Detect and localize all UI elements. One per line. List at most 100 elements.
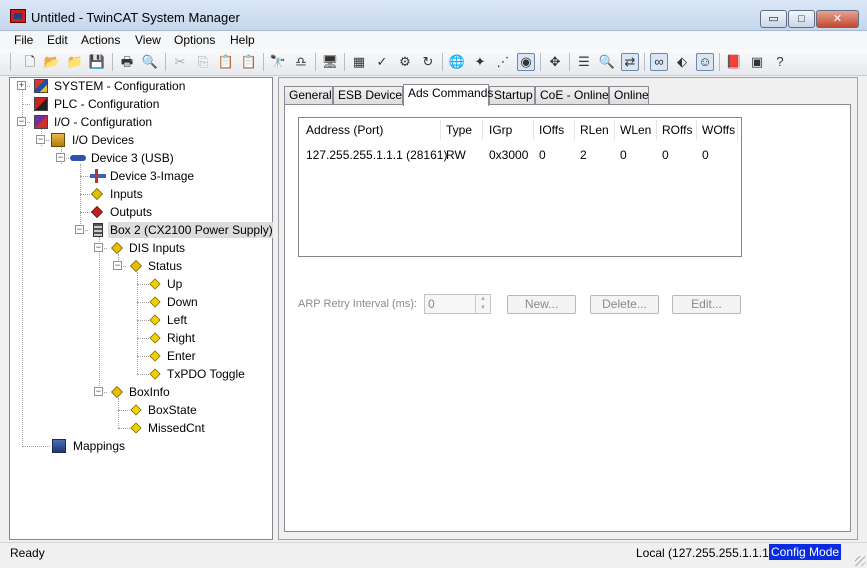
column-igrp[interactable]: IGrp xyxy=(489,123,512,137)
column-divider[interactable] xyxy=(737,120,738,140)
activate-configuration-icon[interactable]: ⚙ xyxy=(396,53,414,71)
new-icon[interactable]: 🗋 xyxy=(21,53,39,71)
arp-retry-input[interactable]: 0 ▲ ▼ xyxy=(424,294,491,314)
tab-esb-device[interactable]: ESB Device xyxy=(333,86,403,105)
column-divider[interactable] xyxy=(440,120,441,140)
box-icon xyxy=(93,223,103,237)
inputs-icon xyxy=(111,386,123,398)
toggle-online-icon[interactable]: ◉ xyxy=(517,53,535,71)
tree-node-label: Status xyxy=(148,259,183,273)
tab-coe-online[interactable]: CoE - Online xyxy=(535,86,609,105)
check-configuration-icon[interactable]: ✓ xyxy=(373,53,391,71)
tree-node-label: Mappings xyxy=(73,439,126,453)
resize-grip-icon[interactable] xyxy=(855,556,865,566)
menu-view[interactable]: View xyxy=(135,33,161,47)
tab-online[interactable]: Online xyxy=(609,86,649,105)
twincat-app-icon[interactable] xyxy=(10,9,26,23)
target-system-icon[interactable]: 🖥 xyxy=(321,53,339,71)
print-preview-icon[interactable]: 🔍 xyxy=(141,53,159,71)
show-variables-icon[interactable]: ☰ xyxy=(575,53,593,71)
help-icon[interactable]: ? xyxy=(771,53,789,71)
menu-actions[interactable]: Actions xyxy=(81,33,120,47)
menu-options[interactable]: Options xyxy=(174,33,215,47)
tab-content-ads-commands: Address (Port) Type IGrp IOffs RLen WLen… xyxy=(284,104,851,532)
menu-help[interactable]: Help xyxy=(230,33,255,47)
restart-icon[interactable]: ↻ xyxy=(419,53,437,71)
close-button[interactable]: ✕ xyxy=(816,10,859,28)
spin-arrows-icon[interactable]: ▲ ▼ xyxy=(475,295,490,313)
column-rlen[interactable]: RLen xyxy=(580,123,609,137)
collapse-icon[interactable]: − xyxy=(56,153,65,162)
edit-button[interactable]: Edit... xyxy=(672,295,741,314)
status-text: Ready xyxy=(10,546,45,560)
edit-mode-icon[interactable]: ⇄ xyxy=(621,53,639,71)
find-icon[interactable]: 🔭 xyxy=(269,53,287,71)
column-ioffs[interactable]: IOffs xyxy=(539,123,564,137)
paste-with-links-icon[interactable]: 📋 xyxy=(240,53,258,71)
tree-node-label: I/O Devices xyxy=(72,133,135,147)
print-icon[interactable]: 🖶 xyxy=(118,53,136,71)
arp-retry-value: 0 xyxy=(428,297,435,311)
copy-icon[interactable]: ⎘ xyxy=(194,53,212,71)
ads-commands-list[interactable]: Address (Port) Type IGrp IOffs RLen WLen… xyxy=(298,117,742,257)
collapse-icon[interactable]: − xyxy=(75,225,84,234)
menu-file[interactable]: File xyxy=(14,33,33,47)
variable-icon xyxy=(149,314,161,326)
tree-node-label: Right xyxy=(167,331,196,345)
delete-button[interactable]: Delete... xyxy=(590,295,659,314)
toolbar-separator xyxy=(315,53,316,71)
collapse-icon[interactable]: − xyxy=(113,261,122,270)
connect-icon[interactable]: ⬖ xyxy=(673,53,691,71)
column-divider[interactable] xyxy=(614,120,615,140)
minimize-button[interactable]: ▭ xyxy=(760,10,787,28)
about-icon[interactable]: ▣ xyxy=(748,53,766,71)
paste-icon[interactable]: 📋 xyxy=(217,53,235,71)
column-divider[interactable] xyxy=(574,120,575,140)
outputs-icon xyxy=(91,206,103,218)
start-free-run-icon[interactable]: ⋰ xyxy=(494,53,512,71)
tree-node-label: Up xyxy=(167,277,183,291)
maximize-button[interactable]: □ xyxy=(788,10,815,28)
open-folder-icon[interactable]: 📁 xyxy=(66,53,84,71)
generate-mappings-icon[interactable]: ▦ xyxy=(350,53,368,71)
variable-icon xyxy=(149,368,161,380)
open-icon[interactable]: 📂 xyxy=(43,53,61,71)
collapse-icon[interactable]: − xyxy=(36,135,45,144)
network-icon[interactable]: 🌐 xyxy=(448,53,466,71)
help-book-icon[interactable]: 📕 xyxy=(725,53,743,71)
zoom-icon[interactable]: 🔍 xyxy=(598,53,616,71)
column-address-port[interactable]: Address (Port) xyxy=(306,123,383,137)
system-icon xyxy=(34,79,48,93)
column-divider[interactable] xyxy=(533,120,534,140)
tree-line xyxy=(137,356,149,357)
online-view-icon[interactable]: ☺ xyxy=(696,53,714,71)
column-woffs[interactable]: WOffs xyxy=(702,123,735,137)
watch-icon[interactable]: ∞ xyxy=(650,53,668,71)
find-next-icon[interactable]: ♎ xyxy=(292,53,310,71)
tree-node-label: I/O - Configuration xyxy=(54,115,153,129)
toolbar-separator xyxy=(569,53,570,71)
column-wlen[interactable]: WLen xyxy=(620,123,651,137)
tree-node-label: BoxInfo xyxy=(129,385,170,399)
scan-icon[interactable]: ✦ xyxy=(471,53,489,71)
collapse-icon[interactable]: − xyxy=(17,117,26,126)
cut-icon[interactable]: ✂ xyxy=(171,53,189,71)
save-icon[interactable]: 💾 xyxy=(88,53,106,71)
column-type[interactable]: Type xyxy=(446,123,472,137)
new-button[interactable]: New... xyxy=(507,295,576,314)
column-roffs[interactable]: ROffs xyxy=(662,123,692,137)
tab-startup[interactable]: Startup xyxy=(489,86,535,105)
append-icon[interactable]: ✥ xyxy=(546,53,564,71)
configuration-tree[interactable]: + SYSTEM - Configuration PLC - Configura… xyxy=(9,77,275,540)
tab-general[interactable]: General xyxy=(284,86,333,105)
expand-icon[interactable]: + xyxy=(17,81,26,90)
tree-node-label: TxPDO Toggle xyxy=(167,367,245,381)
column-divider[interactable] xyxy=(696,120,697,140)
toolbar-separator xyxy=(644,53,645,71)
column-divider[interactable] xyxy=(656,120,657,140)
collapse-icon[interactable]: − xyxy=(94,387,103,396)
column-divider[interactable] xyxy=(482,120,483,140)
collapse-icon[interactable]: − xyxy=(94,243,103,252)
menu-edit[interactable]: Edit xyxy=(47,33,68,47)
tab-ads-commands[interactable]: Ads Commands xyxy=(403,84,493,106)
